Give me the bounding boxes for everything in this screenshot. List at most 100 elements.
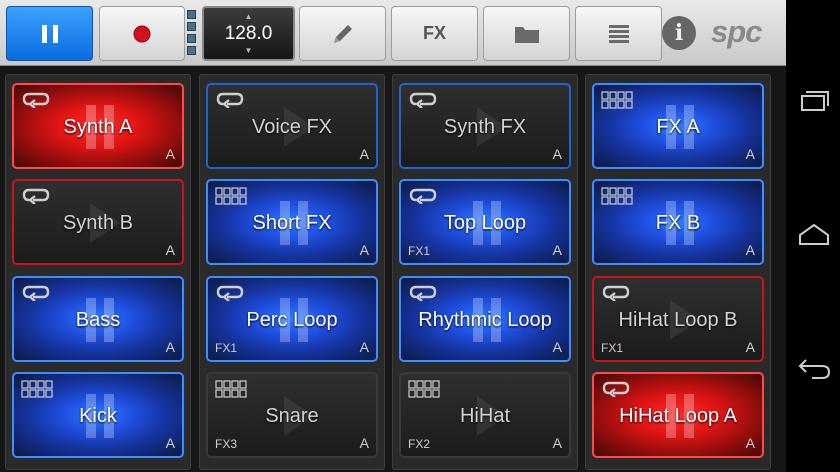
recent-apps-button[interactable] [796,85,832,115]
pad-bank-label: A [552,146,562,162]
pad-fx-label: FX1 [601,341,624,355]
sample-pad[interactable]: Bass A [12,276,184,362]
pad-label: Synth B [62,212,134,234]
pad-bank-label: A [745,339,755,355]
pad-label: Kick [79,405,117,427]
fx-button-label: FX [422,23,446,43]
sample-pad[interactable]: HiHat Loop B A FX1 [592,276,764,362]
back-button[interactable] [796,352,832,382]
step-sequencer-icon [21,380,53,398]
mixer-button[interactable] [575,6,662,61]
pencil-icon [333,24,352,43]
record-button[interactable] [99,6,185,61]
sample-pad[interactable]: FX B A [592,179,764,265]
loop-icon [216,92,244,108]
pad-grid: Synth A A Synth B A Bass A Kick A Voice FX A Short… [0,66,786,472]
pad-bank-label: A [165,146,175,162]
sample-pad[interactable]: HiHat A FX2 [399,372,571,458]
sample-pad[interactable]: Rhythmic Loop A [399,276,571,362]
info-icon[interactable]: i [662,16,696,50]
pad-label: FX A [656,116,700,138]
sample-pad[interactable]: Kick A [12,372,184,458]
pad-bank-label: A [359,242,369,258]
sample-pad[interactable]: Synth FX A [399,83,571,169]
step-sequencer-icon [601,91,633,109]
recent-apps-icon [801,91,829,111]
pad-label: Voice FX [251,116,333,138]
home-button[interactable] [796,220,832,250]
pad-bank-label: A [165,435,175,451]
play-pause-button[interactable] [6,6,93,61]
loop-icon [22,285,50,301]
pad-bank-label: A [745,242,755,258]
pad-label: HiHat [459,405,510,427]
step-sequencer-icon [215,380,247,398]
sample-pad[interactable]: Perc Loop A FX1 [206,276,378,362]
tempo-grip-icon [187,10,197,58]
pad-column: Synth FX A Top Loop A FX1 Rhythmic Loop A HiHat… [392,74,578,470]
sample-pad[interactable]: HiHat Loop A A [592,372,764,458]
loop-icon [409,92,437,108]
pad-fx-label: FX3 [215,437,238,451]
record-icon [133,25,151,42]
step-sequencer-icon [215,187,247,205]
open-folder-button[interactable] [483,6,570,61]
pad-label: FX B [655,212,701,234]
pad-label: Synth FX [443,116,527,138]
spc-logo: spc [711,14,762,49]
sample-pad[interactable]: Snare A FX3 [206,372,378,458]
pad-bank-label: A [745,435,755,451]
loop-icon [409,285,437,301]
edit-button[interactable] [299,6,386,61]
sample-pad[interactable]: Synth A A [12,83,184,169]
android-nav-bar [786,0,840,472]
pad-bank-label: A [359,339,369,355]
pad-bank-label: A [552,339,562,355]
pad-label: Perc Loop [246,309,338,331]
pad-label: Bass [75,309,121,331]
tempo-up-icon[interactable]: ▲ [204,13,293,21]
top-toolbar: ▲ 128.0 ▼ FX i spc [0,0,786,66]
pad-column: FX A A FX B A HiHat Loop B A FX1 HiHat Loop A A [585,74,771,470]
pad-bank-label: A [552,435,562,451]
loop-icon [409,188,437,204]
pad-label: Synth A [63,116,133,138]
pad-label: Rhythmic Loop [418,309,552,331]
pad-fx-label: FX1 [408,244,431,258]
fx-button[interactable]: FX [391,6,478,61]
tempo-value: 128.0 [224,23,273,44]
pad-bank-label: A [745,146,755,162]
tempo-display[interactable]: ▲ 128.0 ▼ [202,6,295,61]
pad-bank-label: A [165,242,175,258]
mixer-list-icon [608,24,629,43]
pad-bank-label: A [359,435,369,451]
pad-fx-label: FX1 [215,341,238,355]
sample-pad[interactable]: Synth B A [12,179,184,265]
sample-pad[interactable]: FX A A [592,83,764,169]
pad-fx-label: FX2 [408,437,431,451]
pad-column: Synth A A Synth B A Bass A Kick A [5,74,191,470]
pad-bank-label: A [165,339,175,355]
loop-icon [22,92,50,108]
info-label: i [674,20,684,46]
loop-icon [22,188,50,204]
loop-icon [602,285,630,301]
sample-pad[interactable]: Top Loop A FX1 [399,179,571,265]
sample-pad[interactable]: Short FX A [206,179,378,265]
tempo-down-icon[interactable]: ▼ [204,47,293,55]
pad-label: HiHat Loop A [619,405,737,427]
home-icon [799,223,829,245]
step-sequencer-icon [601,187,633,205]
pad-column: Voice FX A Short FX A Perc Loop A FX1 Snare A FX3 [199,74,385,470]
pad-label: Top Loop [443,212,527,234]
loop-icon [216,285,244,301]
sample-pad[interactable]: Voice FX A [206,83,378,169]
pad-label: Snare [265,405,319,427]
pad-bank-label: A [552,242,562,258]
pad-label: Short FX [252,212,332,234]
pad-bank-label: A [359,146,369,162]
pad-label: HiHat Loop B [618,309,738,331]
folder-icon [514,26,539,43]
loop-icon [602,381,630,397]
back-icon [798,359,831,379]
